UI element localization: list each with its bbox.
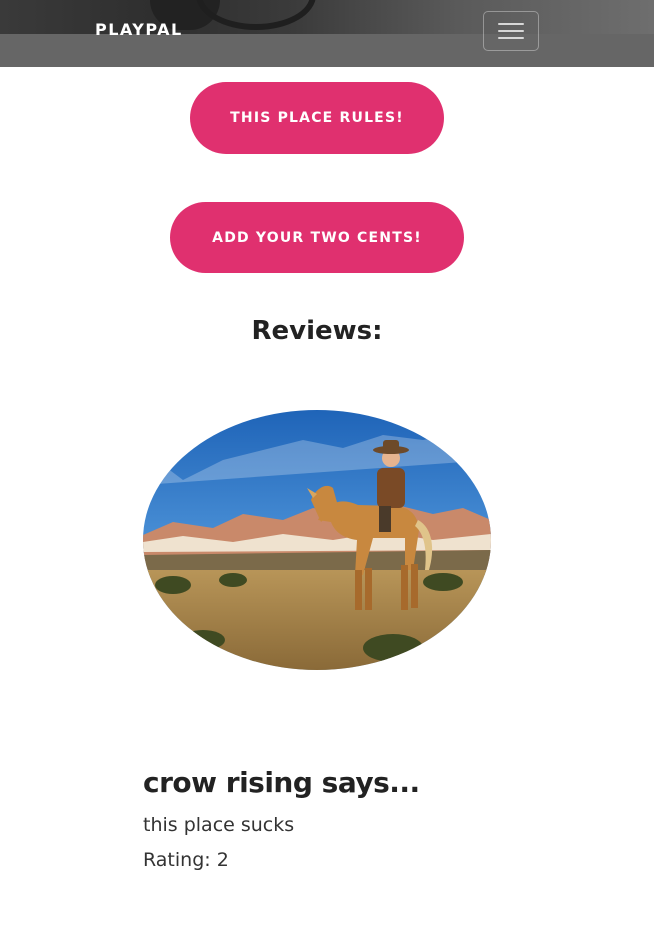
review-author: crow rising says... bbox=[143, 766, 420, 799]
reviewer-photo bbox=[143, 410, 491, 670]
this-place-rules-button[interactable]: THIS PLACE RULES! bbox=[190, 82, 444, 154]
navbar-toggler-button[interactable] bbox=[483, 11, 539, 51]
add-review-button[interactable]: ADD YOUR TWO CENTS! bbox=[170, 202, 464, 273]
reviews-heading: Reviews: bbox=[251, 316, 383, 346]
brand-logo-link[interactable]: PLAYPAL bbox=[95, 20, 183, 39]
hamburger-icon bbox=[498, 22, 524, 40]
review-rating: Rating: 2 bbox=[143, 849, 229, 871]
review-text: this place sucks bbox=[143, 814, 295, 836]
top-navbar: PLAYPAL bbox=[0, 0, 654, 67]
